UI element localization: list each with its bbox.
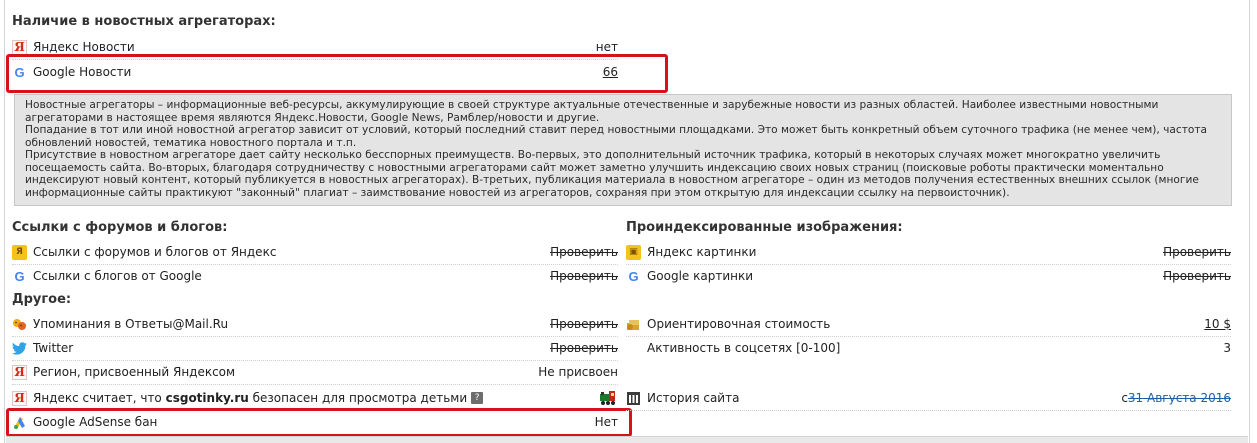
twitter-check-link[interactable]: Проверить	[550, 336, 618, 360]
train-icon	[598, 386, 618, 410]
other-heading: Другое:	[12, 292, 72, 307]
forums-heading: Ссылки с форумов и блогов:	[12, 220, 228, 235]
cost-label: Ориентировочная стоимость	[647, 317, 831, 331]
google-icon: G	[628, 268, 639, 284]
archive-icon	[626, 391, 641, 406]
images-yandex-row: ▣ Яндекс картинки Проверить	[626, 240, 1231, 264]
mail-answers-label: Упоминания в Ответы@Mail.Ru	[33, 317, 229, 331]
images-google-label: Google картинки	[647, 269, 754, 283]
twitter-row: Twitter Проверить	[12, 336, 618, 360]
mail-answers-check-link[interactable]: Проверить	[550, 312, 618, 336]
mail-answers-row: Упоминания в Ответы@Mail.Ru Проверить	[12, 312, 618, 336]
forums-yandex-label: Ссылки с форумов и блогов от Яндекс	[33, 245, 277, 259]
history-row: История сайта с 31 Августа 2016	[626, 386, 1231, 410]
divider	[626, 410, 1231, 411]
images-heading: Проиндексированные изображения:	[626, 220, 903, 235]
yandex-icon: Я	[12, 390, 27, 406]
cost-value-link[interactable]: 10 $	[1204, 312, 1231, 336]
kids-safety-suffix: безопасен для просмотра детьми	[248, 391, 468, 405]
info-paragraph-1: Новостные агрегаторы – информационные ве…	[25, 99, 1159, 124]
region-value: Не присвоен	[538, 365, 618, 379]
images-yandex-check-link[interactable]: Проверить	[1163, 240, 1231, 264]
info-paragraph-3: Присутствие в новостном агрегаторе дает …	[25, 149, 1199, 199]
help-icon[interactable]: ?	[471, 392, 484, 404]
money-icon	[626, 317, 641, 332]
forums-yandex-check-link[interactable]: Проверить	[550, 240, 618, 264]
yandex-images-icon: ▣	[626, 244, 641, 260]
region-label: Регион, присвоенный Яндексом	[33, 365, 236, 379]
social-activity-row: Активность в соцсетях [0-100] 3	[626, 336, 1231, 360]
history-label: История сайта	[647, 391, 740, 405]
google-icon: G	[14, 268, 25, 284]
forums-google-row: G Ссылки с блогов от Google Проверить	[12, 264, 618, 288]
yandex-icon: Я	[12, 39, 27, 55]
history-prefix: с	[1121, 391, 1128, 405]
cost-row: Ориентировочная стоимость 10 $	[626, 312, 1231, 336]
twitter-bird-icon	[12, 341, 27, 356]
aggregators-heading: Наличие в новостных агрегаторах:	[12, 14, 276, 29]
social-activity-label: Активность в соцсетях [0-100]	[647, 341, 841, 355]
highlight-frame-google-news	[6, 54, 668, 93]
yandex-icon: Я	[12, 364, 27, 380]
mail-answers-icon	[12, 317, 27, 332]
forums-yandex-row: Я Ссылки с форумов и блогов от Яндекс Пр…	[12, 240, 618, 264]
site-domain: csgotinky.ru	[165, 391, 249, 405]
kids-safety-label: Яндекс считает, что csgotinky.ru безопас…	[33, 391, 467, 405]
forums-google-check-link[interactable]: Проверить	[550, 264, 618, 288]
aggregators-info-box: Новостные агрегаторы – информационные ве…	[14, 94, 1232, 206]
panel-bottom-edge	[6, 436, 1248, 443]
kids-safety-prefix: Яндекс считает, что	[33, 391, 166, 405]
social-activity-value: 3	[1223, 341, 1231, 355]
region-row: Я Регион, присвоенный Яндексом Не присво…	[12, 360, 618, 384]
images-google-check-link[interactable]: Проверить	[1163, 264, 1231, 288]
kids-safety-row: Я Яндекс считает, что csgotinky.ru безоп…	[12, 386, 618, 410]
history-date-link[interactable]: 31 Августа 2016	[1128, 391, 1231, 405]
divider	[12, 384, 618, 385]
images-google-row: G Google картинки Проверить	[626, 264, 1231, 288]
info-paragraph-2: Попадание в тот или иной новостной агрег…	[25, 124, 1208, 149]
twitter-label: Twitter	[33, 341, 74, 355]
blank-icon	[626, 341, 641, 356]
history-value: с 31 Августа 2016	[1121, 386, 1231, 410]
highlight-frame-adsense	[6, 408, 632, 437]
forums-google-label: Ссылки с блогов от Google	[33, 269, 202, 283]
yandex-blogs-icon: Я	[12, 244, 27, 260]
images-yandex-label: Яндекс картинки	[647, 245, 757, 259]
yandex-news-label: Яндекс Новости	[33, 40, 135, 54]
